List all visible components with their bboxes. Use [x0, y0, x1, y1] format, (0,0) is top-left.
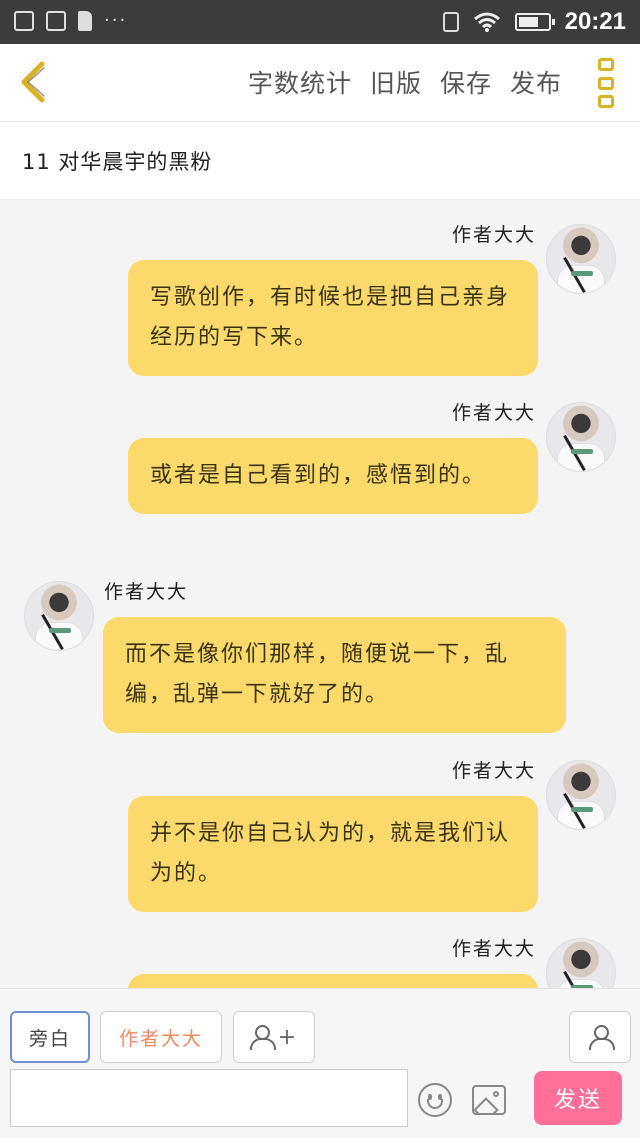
person-icon [589, 1025, 615, 1050]
notification-icons: ··· [14, 11, 127, 31]
save-button[interactable]: 保存 [440, 64, 492, 100]
screenshot-icon [46, 11, 66, 31]
emoji-button[interactable] [418, 1083, 452, 1117]
clock: 20:21 [564, 8, 626, 35]
avatar[interactable] [24, 581, 94, 651]
word-count-button[interactable]: 字数统计 [248, 64, 352, 100]
menu-dot-icon [598, 95, 614, 108]
message-item: 作者大大 并不是你自己认为的，就是我们认为的。 [0, 736, 640, 914]
message-item: 作者大大 写歌创作，有时候也是把自己亲身经历的写下来。 [0, 200, 640, 378]
message-input[interactable] [10, 1069, 408, 1127]
message-item: 作者大大 而不是像你们那样，随便说一下，乱编，乱弹一下就好了的。 [0, 557, 640, 735]
battery-icon [514, 13, 555, 31]
chevron-left-icon [21, 61, 45, 103]
message-bubble[interactable]: 并不是你自己认为的，就是我们认为的。 [128, 796, 538, 912]
publish-button[interactable]: 发布 [510, 64, 562, 100]
person-add-icon [249, 1025, 276, 1050]
toolbar-actions: 字数统计 旧版 保存 发布 [248, 64, 562, 100]
role-manage-button[interactable] [569, 1011, 631, 1063]
message-item: 作者大大 或者是自己看到的，感悟到的。 [0, 378, 640, 556]
message-bubble[interactable] [128, 974, 538, 988]
message-item: 作者大大 [0, 914, 640, 988]
menu-dot-icon [598, 58, 614, 71]
narration-role-chip[interactable]: 旁白 [10, 1011, 90, 1063]
wifi-icon [473, 12, 500, 32]
send-button[interactable]: 发送 [534, 1071, 622, 1125]
plus-icon: + [277, 1024, 299, 1050]
message-bubble[interactable]: 或者是自己看到的，感悟到的。 [128, 438, 538, 514]
speaker-name: 作者大大 [451, 224, 536, 246]
image-upload-button[interactable] [472, 1085, 506, 1115]
location-icon [442, 12, 459, 32]
image-icon [14, 11, 34, 31]
top-toolbar: 字数统计 旧版 保存 发布 [0, 44, 640, 122]
speaker-name: 作者大大 [451, 402, 536, 424]
avatar[interactable] [546, 938, 616, 988]
menu-dot-icon [598, 76, 614, 90]
avatar[interactable] [546, 224, 616, 294]
speaker-name: 作者大大 [451, 760, 536, 782]
chat-area[interactable]: 作者大大 写歌创作，有时候也是把自己亲身经历的写下来。 作者大大 或者是自己看到… [0, 200, 640, 988]
status-bar: ··· 20:21 [0, 0, 640, 44]
back-button[interactable] [14, 58, 54, 106]
sd-card-icon [78, 11, 92, 31]
chapter-title[interactable]: 11 对华晨宇的黑粉 [0, 122, 640, 200]
author-role-chip[interactable]: 作者大大 [100, 1011, 222, 1063]
compose-bar: 旁白 作者大大 + 发送 [0, 988, 640, 1138]
speaker-name: 作者大大 [451, 938, 536, 960]
avatar[interactable] [546, 402, 616, 472]
old-version-button[interactable]: 旧版 [370, 64, 422, 100]
add-role-button[interactable]: + [233, 1011, 315, 1063]
system-icons: 20:21 [442, 6, 626, 38]
more-notifications-icon: ··· [104, 10, 128, 31]
message-bubble[interactable]: 而不是像你们那样，随便说一下，乱编，乱弹一下就好了的。 [103, 617, 566, 733]
speaker-name: 作者大大 [104, 581, 189, 603]
message-bubble[interactable]: 写歌创作，有时候也是把自己亲身经历的写下来。 [128, 260, 538, 376]
more-menu-button[interactable] [598, 58, 614, 108]
image-icon [474, 1097, 499, 1113]
avatar[interactable] [546, 760, 616, 830]
